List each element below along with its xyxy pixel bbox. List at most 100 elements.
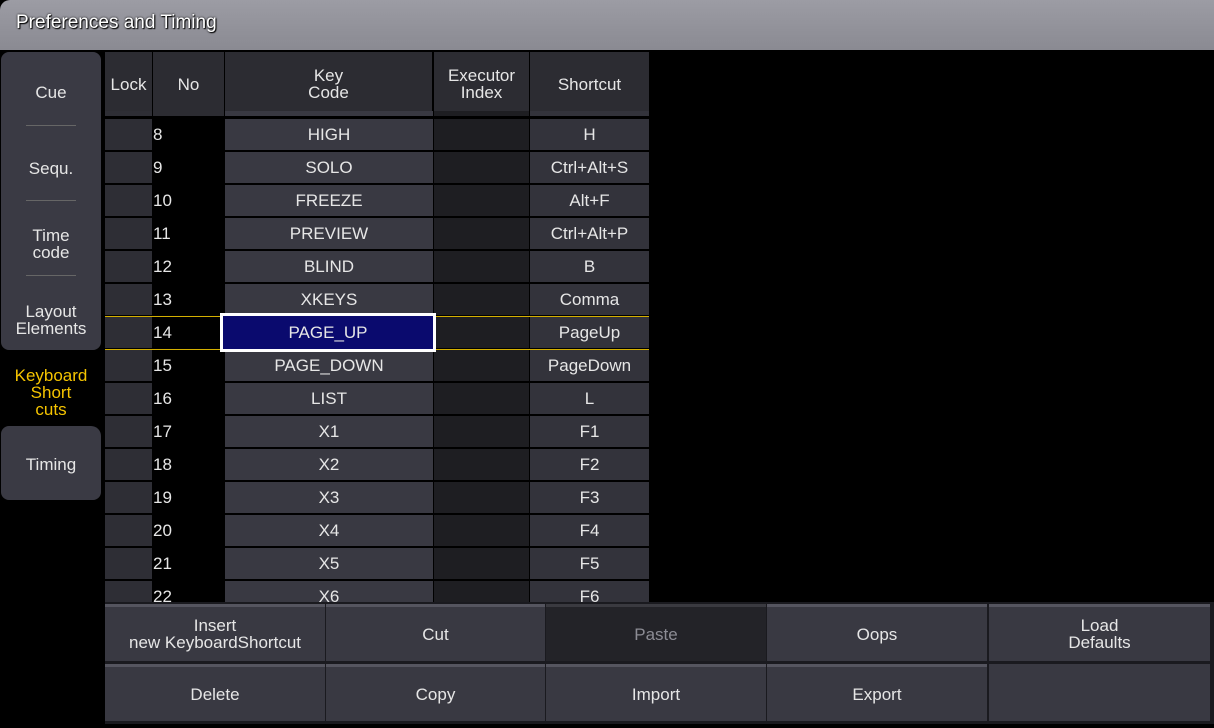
key-code-cell[interactable]: XKEYS [225,284,433,315]
tab-timecode[interactable]: Time code [1,224,101,264]
lock-cell[interactable] [105,482,152,513]
table-row[interactable]: 9 SOLO Ctrl+Alt+S [105,151,649,184]
no-cell[interactable]: 12 [153,251,224,282]
no-cell[interactable]: 10 [153,185,224,216]
column-header-no[interactable]: No [153,52,224,116]
table-row[interactable]: 17 X1 F1 [105,415,649,448]
executor-index-cell[interactable] [434,548,529,579]
tab-keyboard-shortcuts[interactable]: Keyboard Short cuts [1,362,101,422]
table-row[interactable]: 13 XKEYS Comma [105,283,649,316]
executor-index-cell[interactable] [434,449,529,480]
no-cell[interactable]: 18 [153,449,224,480]
lock-cell[interactable] [105,218,152,249]
lock-cell[interactable] [105,350,152,381]
shortcut-cell[interactable]: PageUp [530,317,649,348]
table-row[interactable]: 18 X2 F2 [105,448,649,481]
lock-cell[interactable] [105,383,152,414]
no-cell[interactable]: 14 [153,317,224,348]
shortcut-cell[interactable]: F4 [530,515,649,546]
executor-index-cell[interactable] [434,383,529,414]
key-code-cell[interactable]: X6 [225,581,433,602]
lock-cell[interactable] [105,185,152,216]
key-code-cell[interactable]: X4 [225,515,433,546]
copy-button[interactable]: Copy [326,664,545,721]
shortcut-cell[interactable]: Comma [530,284,649,315]
tab-sequ[interactable]: Sequ. [1,150,101,186]
executor-index-cell[interactable] [434,416,529,447]
shortcut-cell[interactable]: H [530,119,649,150]
import-button[interactable]: Import [546,664,766,721]
key-code-cell[interactable]: PAGE_UP [220,313,436,352]
table-row[interactable]: 21 X5 F5 [105,547,649,580]
no-cell[interactable]: 15 [153,350,224,381]
shortcut-cell[interactable]: Alt+F [530,185,649,216]
table-row[interactable]: 8 HIGH H [105,118,649,151]
column-header-shortcut[interactable]: Shortcut [530,52,649,116]
key-code-cell[interactable]: FREEZE [225,185,433,216]
lock-cell[interactable] [105,119,152,150]
shortcut-cell[interactable]: L [530,383,649,414]
no-cell[interactable]: 17 [153,416,224,447]
key-code-cell[interactable]: PREVIEW [225,218,433,249]
executor-index-cell[interactable] [434,317,529,348]
table-row[interactable]: 14 PAGE_UP PageUp [105,313,649,352]
lock-cell[interactable] [105,251,152,282]
no-cell[interactable]: 9 [153,152,224,183]
executor-index-cell[interactable] [434,284,529,315]
executor-index-cell[interactable] [434,218,529,249]
table-row[interactable]: 12 BLIND B [105,250,649,283]
column-header-lock[interactable]: Lock [105,52,152,116]
lock-cell[interactable] [105,152,152,183]
executor-index-cell[interactable] [434,152,529,183]
lock-cell[interactable] [105,284,152,315]
key-code-cell[interactable]: HIGH [225,119,433,150]
key-code-cell[interactable]: SOLO [225,152,433,183]
shortcut-cell[interactable]: F6 [530,581,649,602]
key-code-cell[interactable]: X3 [225,482,433,513]
executor-index-cell[interactable] [434,581,529,602]
table-row[interactable]: 20 X4 F4 [105,514,649,547]
table-row[interactable]: 16 LIST L [105,382,649,415]
table-row[interactable]: 15 PAGE_DOWN PageDown [105,349,649,382]
no-cell[interactable]: 21 [153,548,224,579]
key-code-cell[interactable]: LIST [225,383,433,414]
executor-index-cell[interactable] [434,482,529,513]
no-cell[interactable]: 8 [153,119,224,150]
column-header-key-code[interactable]: Key Code [225,52,432,116]
paste-button[interactable]: Paste [546,604,766,661]
lock-cell[interactable] [105,515,152,546]
lock-cell[interactable] [105,449,152,480]
key-code-cell[interactable]: X2 [225,449,433,480]
shortcut-cell[interactable]: F1 [530,416,649,447]
cut-button[interactable]: Cut [326,604,545,661]
key-code-cell[interactable]: X1 [225,416,433,447]
shortcut-cell[interactable]: F5 [530,548,649,579]
insert-button[interactable]: Insert new KeyboardShortcut [105,604,325,661]
key-code-cell[interactable]: BLIND [225,251,433,282]
table-row[interactable]: 19 X3 F3 [105,481,649,514]
export-button[interactable]: Export [767,664,987,721]
tab-cue[interactable]: Cue [1,74,101,110]
no-cell[interactable]: 11 [153,218,224,249]
load-defaults-button[interactable]: Load Defaults [989,604,1210,661]
key-code-cell[interactable]: X5 [225,548,433,579]
column-header-executor-index[interactable]: Executor Index [434,52,529,116]
shortcut-cell[interactable]: PageDown [530,350,649,381]
lock-cell[interactable] [105,317,152,348]
no-cell[interactable]: 16 [153,383,224,414]
shortcut-cell[interactable]: Ctrl+Alt+S [530,152,649,183]
no-cell[interactable]: 19 [153,482,224,513]
table-row[interactable]: 10 FREEZE Alt+F [105,184,649,217]
executor-index-cell[interactable] [434,515,529,546]
oops-button[interactable]: Oops [767,604,987,661]
lock-cell[interactable] [105,548,152,579]
executor-index-cell[interactable] [434,185,529,216]
tab-layout-elements[interactable]: Layout Elements [1,300,101,340]
shortcut-cell[interactable]: F3 [530,482,649,513]
lock-cell[interactable] [105,416,152,447]
tab-timing[interactable]: Timing [1,446,101,482]
executor-index-cell[interactable] [434,119,529,150]
shortcut-cell[interactable]: F2 [530,449,649,480]
table-row[interactable]: 22 X6 F6 [105,580,649,602]
no-cell[interactable]: 13 [153,284,224,315]
